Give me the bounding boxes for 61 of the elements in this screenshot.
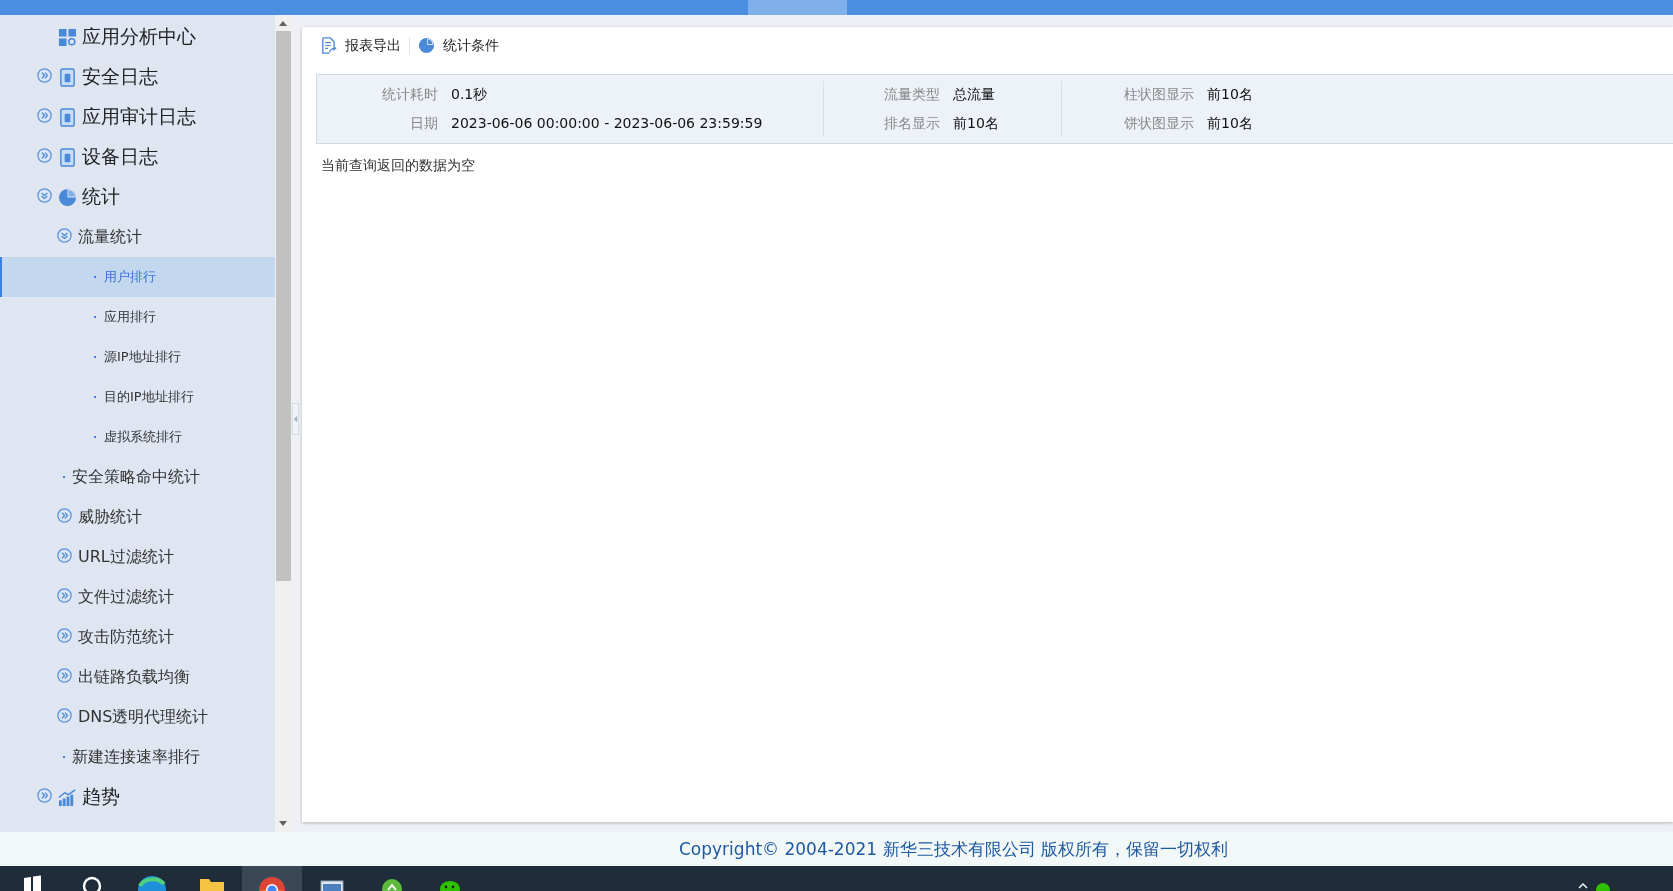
copyright-text: Copyright© 2004-2021 新华三技术有限公司 版权所有，保留一切权利 [679, 837, 1228, 861]
document-icon [58, 67, 77, 87]
expand-toggle-icon[interactable] [57, 667, 72, 683]
field-label: 排名显示 [883, 114, 940, 133]
field-label: 统计耗时 [381, 85, 438, 104]
tree-item[interactable]: 设备日志 [0, 137, 275, 177]
empty-message: 当前查询返回的数据为空 [321, 157, 476, 175]
tree-item[interactable]: 统计 [0, 177, 275, 217]
field-label: 饼状图显示 [1123, 114, 1194, 133]
field-value: 前10名 [1207, 114, 1253, 133]
expand-toggle-icon[interactable] [57, 707, 72, 723]
tree-item[interactable]: 应用排行 [0, 297, 275, 337]
tree-item[interactable]: 应用审计日志 [0, 97, 275, 137]
field-label: 柱状图显示 [1123, 85, 1194, 104]
expand-toggle-icon[interactable] [57, 627, 72, 643]
expand-toggle-icon[interactable] [37, 787, 52, 803]
collapse-handle[interactable] [292, 403, 299, 435]
expand-toggle-icon[interactable] [37, 67, 52, 83]
expand-toggle-icon[interactable] [37, 147, 52, 163]
tree-item[interactable]: URL过滤统计 [0, 537, 275, 577]
field-value: 2023-06-06 00:00:00 - 2023-06-06 23:59:59 [451, 114, 763, 133]
field-label: 流量类型 [883, 85, 940, 104]
filter-conditions-button[interactable]: 统计条件 [414, 32, 503, 59]
tree-item[interactable]: 文件过滤统计 [0, 577, 275, 617]
field-value: 前10名 [953, 114, 999, 133]
tree-item[interactable]: 虚拟系统排行 [0, 417, 275, 457]
expand-toggle-icon[interactable] [57, 547, 72, 563]
document-icon [58, 147, 77, 167]
bar-chart-icon [58, 787, 77, 807]
scrollbar[interactable] [275, 15, 291, 832]
field-value: 总流量 [953, 85, 995, 104]
tree-item[interactable]: 源IP地址排行 [0, 337, 275, 377]
field-value: 前10名 [1207, 85, 1253, 104]
grid-icon [58, 27, 77, 47]
field-label: 日期 [409, 114, 438, 133]
tree-item[interactable]: 流量统计 [0, 217, 275, 257]
field-value: 0.1秒 [451, 85, 488, 104]
tree-item[interactable]: 新建连接速率排行 [0, 737, 275, 777]
export-report-button[interactable]: 报表导出 [316, 32, 405, 59]
tree-item[interactable]: 出链路负载均衡 [0, 657, 275, 697]
scroll-thumb[interactable] [275, 31, 291, 581]
scroll-down-icon[interactable] [278, 820, 288, 828]
tree-item[interactable]: 安全日志 [0, 57, 275, 97]
tree-item[interactable]: 趋势 [0, 777, 275, 817]
document-icon [58, 107, 77, 127]
expand-toggle-icon[interactable] [57, 587, 72, 603]
pie-chart-icon [418, 37, 435, 54]
tree-item[interactable]: 应用分析中心 [0, 17, 275, 57]
tree-item[interactable]: 攻击防范统计 [0, 617, 275, 657]
pie-chart-icon [58, 187, 77, 207]
tree-item[interactable]: DNS透明代理统计 [0, 697, 275, 737]
tree-item[interactable]: 威胁统计 [0, 497, 275, 537]
expand-toggle-icon[interactable] [57, 507, 72, 523]
expand-toggle-icon[interactable] [57, 227, 72, 243]
scroll-up-icon[interactable] [278, 19, 288, 27]
tree-item[interactable]: 目的IP地址排行 [0, 377, 275, 417]
expand-toggle-icon[interactable] [37, 107, 52, 123]
tree-item[interactable]: 安全策略命中统计 [0, 457, 275, 497]
expand-toggle-icon[interactable] [37, 187, 52, 203]
document-export-icon [320, 37, 337, 54]
chrome-browser-icon[interactable] [242, 866, 302, 891]
